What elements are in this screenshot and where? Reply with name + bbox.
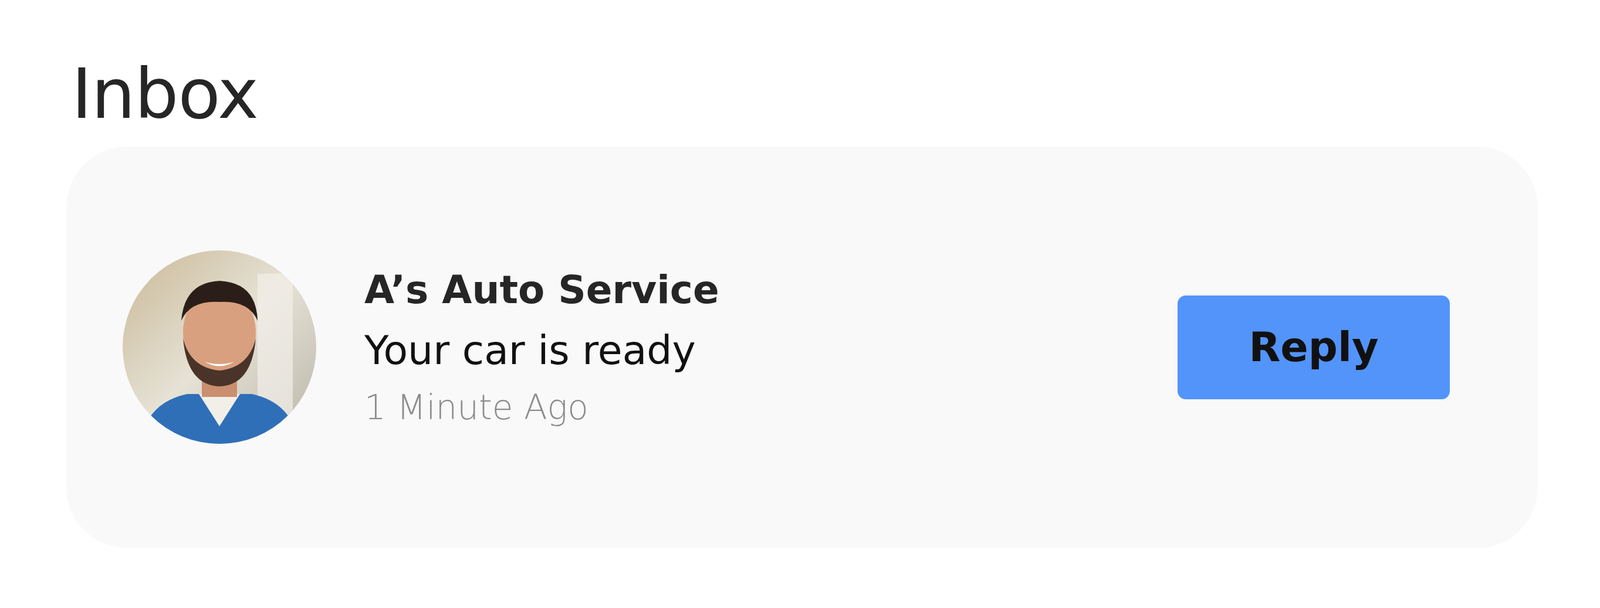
message-card[interactable]: A’s Auto ServiceYour car is ready1 Minut… [66,146,1538,549]
message-time: 1 Minute Ago [364,383,1130,433]
avatar-photo [122,250,317,445]
message-text: Your car is ready [364,322,1130,381]
message-texts: A’s Auto ServiceYour car is ready1 Minut… [364,262,1130,433]
sender-name: A’s Auto Service [364,262,1130,319]
page-title: Inbox [71,56,1538,133]
message-list: A’s Auto ServiceYour car is ready1 Minut… [66,146,1538,549]
person-icon [122,250,317,445]
reply-button[interactable]: Reply [1177,295,1450,400]
